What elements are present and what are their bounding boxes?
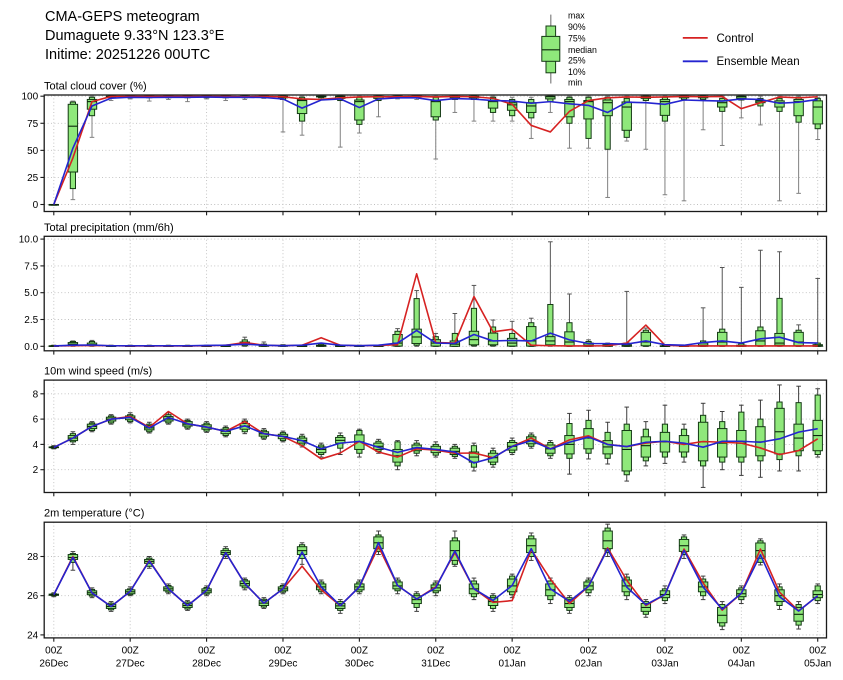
svg-text:min: min xyxy=(568,78,582,88)
svg-text:00Z: 00Z xyxy=(122,646,139,657)
svg-text:50: 50 xyxy=(27,146,39,157)
svg-text:28: 28 xyxy=(27,552,39,563)
svg-text:Total cloud cover (%): Total cloud cover (%) xyxy=(44,81,147,93)
svg-text:02Jan: 02Jan xyxy=(575,659,602,670)
svg-text:10%: 10% xyxy=(568,67,586,77)
svg-text:26Dec: 26Dec xyxy=(39,659,68,670)
svg-text:00Z: 00Z xyxy=(45,646,62,657)
svg-text:8: 8 xyxy=(33,389,39,400)
svg-text:0: 0 xyxy=(33,200,39,211)
svg-text:00Z: 00Z xyxy=(580,646,597,657)
svg-text:00Z: 00Z xyxy=(656,646,673,657)
svg-text:0.0: 0.0 xyxy=(24,342,38,353)
svg-text:7.5: 7.5 xyxy=(24,261,38,272)
svg-text:27Dec: 27Dec xyxy=(116,659,145,670)
svg-text:25%: 25% xyxy=(568,56,586,66)
svg-text:00Z: 00Z xyxy=(274,646,291,657)
svg-text:25: 25 xyxy=(27,173,39,184)
svg-text:90%: 90% xyxy=(568,22,586,32)
svg-text:4: 4 xyxy=(33,440,39,451)
svg-text:28Dec: 28Dec xyxy=(192,659,221,670)
svg-text:00Z: 00Z xyxy=(504,646,521,657)
svg-text:00Z: 00Z xyxy=(733,646,750,657)
svg-text:Initime: 20251226 00UTC: Initime: 20251226 00UTC xyxy=(45,47,210,63)
svg-text:26: 26 xyxy=(27,591,39,602)
svg-text:30Dec: 30Dec xyxy=(345,659,374,670)
svg-text:01Jan: 01Jan xyxy=(499,659,526,670)
svg-text:75%: 75% xyxy=(568,33,586,43)
svg-text:2: 2 xyxy=(33,465,39,476)
svg-text:2.5: 2.5 xyxy=(24,315,38,326)
svg-text:CMA-GEPS meteogram: CMA-GEPS meteogram xyxy=(45,9,200,25)
svg-text:00Z: 00Z xyxy=(351,646,368,657)
svg-text:00Z: 00Z xyxy=(198,646,215,657)
svg-text:10.0: 10.0 xyxy=(19,235,39,246)
svg-text:100: 100 xyxy=(22,92,39,103)
svg-text:6: 6 xyxy=(33,415,39,426)
svg-text:75: 75 xyxy=(27,119,39,130)
svg-text:31Dec: 31Dec xyxy=(421,659,450,670)
svg-text:5.0: 5.0 xyxy=(24,288,38,299)
svg-text:max: max xyxy=(568,10,585,20)
svg-text:29Dec: 29Dec xyxy=(269,659,298,670)
svg-text:00Z: 00Z xyxy=(809,646,826,657)
svg-text:Dumaguete 9.33°N 123.3°E: Dumaguete 9.33°N 123.3°E xyxy=(45,28,225,44)
svg-text:24: 24 xyxy=(27,630,39,641)
svg-text:03Jan: 03Jan xyxy=(651,659,678,670)
svg-text:median: median xyxy=(568,45,597,55)
svg-text:10m wind speed (m/s): 10m wind speed (m/s) xyxy=(44,366,152,378)
svg-text:Ensemble Mean: Ensemble Mean xyxy=(717,56,800,68)
svg-text:Control: Control xyxy=(717,33,754,45)
svg-text:Total precipitation (mm/6h): Total precipitation (mm/6h) xyxy=(44,222,174,234)
svg-text:05Jan: 05Jan xyxy=(804,659,831,670)
svg-text:00Z: 00Z xyxy=(427,646,444,657)
svg-text:04Jan: 04Jan xyxy=(728,659,755,670)
svg-text:2m temperature (°C): 2m temperature (°C) xyxy=(44,508,144,520)
